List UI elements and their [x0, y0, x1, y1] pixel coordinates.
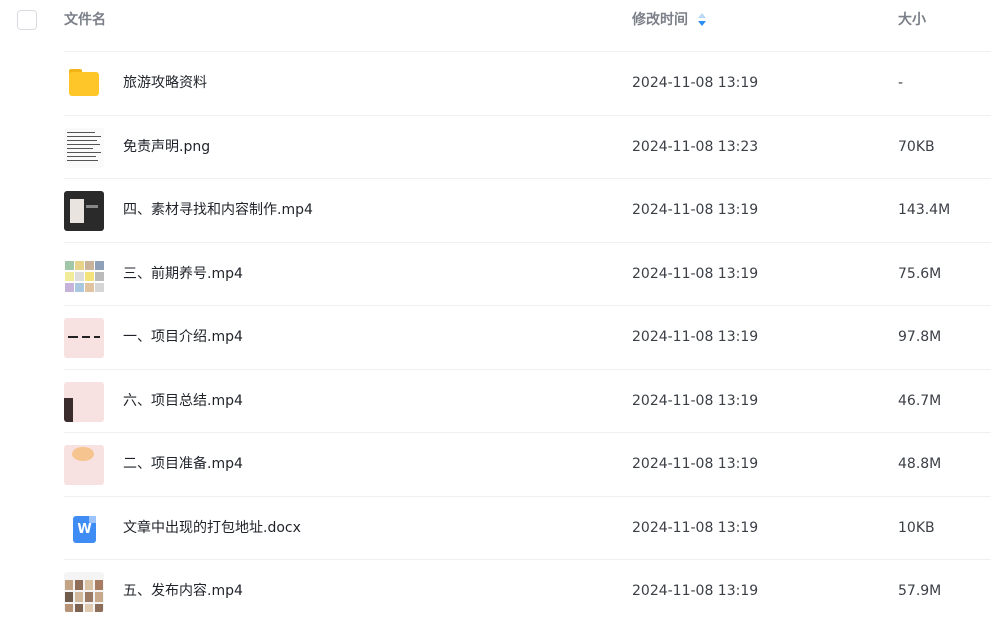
video-thumbnail: [64, 318, 104, 358]
file-size: 57.9M: [898, 583, 942, 599]
video-thumbnail: [64, 255, 104, 295]
file-size: 10KB: [898, 520, 935, 536]
file-modified-time: 2024-11-08 13:19: [632, 75, 759, 91]
column-header-time-label: 修改时间: [632, 12, 688, 28]
file-row[interactable]: 四、素材寻找和内容制作.mp4 2024-11-08 13:19 143.4M: [64, 178, 991, 241]
file-row[interactable]: 旅游攻略资料 2024-11-08 13:19 -: [64, 51, 991, 114]
video-thumbnail: [64, 445, 104, 485]
sort-desc-icon[interactable]: [697, 12, 707, 28]
file-row[interactable]: 五、发布内容.mp4 2024-11-08 13:19 57.9M: [64, 559, 991, 622]
file-list-header: 文件名 修改时间 大小: [0, 0, 991, 52]
file-name[interactable]: 二、项目准备.mp4: [123, 455, 243, 473]
file-modified-time: 2024-11-08 13:19: [632, 456, 759, 472]
word-icon-letter: W: [77, 522, 92, 537]
select-all-checkbox[interactable]: [17, 10, 37, 30]
file-size: 70KB: [898, 139, 935, 155]
file-modified-time: 2024-11-08 13:23: [632, 139, 759, 155]
file-size: 97.8M: [898, 329, 942, 345]
file-name[interactable]: 文章中出现的打包地址.docx: [123, 519, 301, 537]
file-size: 48.8M: [898, 456, 942, 472]
file-modified-time: 2024-11-08 13:19: [632, 329, 759, 345]
file-row[interactable]: 二、项目准备.mp4 2024-11-08 13:19 48.8M: [64, 432, 991, 495]
file-size: -: [898, 75, 904, 91]
file-modified-time: 2024-11-08 13:19: [632, 520, 759, 536]
file-modified-time: 2024-11-08 13:19: [632, 202, 759, 218]
file-name[interactable]: 一、项目介绍.mp4: [123, 328, 243, 346]
column-header-time[interactable]: 修改时间: [632, 11, 707, 29]
file-modified-time: 2024-11-08 13:19: [632, 393, 759, 409]
file-row[interactable]: 三、前期养号.mp4 2024-11-08 13:19 75.6M: [64, 242, 991, 305]
file-row[interactable]: 六、项目总结.mp4 2024-11-08 13:19 46.7M: [64, 369, 991, 432]
file-size: 46.7M: [898, 393, 942, 409]
file-name[interactable]: 三、前期养号.mp4: [123, 265, 243, 283]
folder-icon: [64, 64, 104, 104]
image-thumbnail: [64, 128, 104, 168]
file-row[interactable]: 一、项目介绍.mp4 2024-11-08 13:19 97.8M: [64, 305, 991, 368]
video-thumbnail: [64, 382, 104, 422]
file-name[interactable]: 四、素材寻找和内容制作.mp4: [123, 201, 313, 219]
video-thumbnail: [64, 572, 104, 612]
file-name[interactable]: 旅游攻略资料: [123, 74, 207, 92]
file-name[interactable]: 六、项目总结.mp4: [123, 392, 243, 410]
file-size: 75.6M: [898, 266, 942, 282]
file-row[interactable]: 免责声明.png 2024-11-08 13:23 70KB: [64, 115, 991, 178]
file-size: 143.4M: [898, 202, 951, 218]
video-thumbnail: [64, 191, 104, 231]
file-name[interactable]: 五、发布内容.mp4: [123, 582, 243, 600]
column-header-size[interactable]: 大小: [898, 11, 926, 29]
file-modified-time: 2024-11-08 13:19: [632, 266, 759, 282]
word-doc-icon: W: [64, 509, 104, 549]
file-name[interactable]: 免责声明.png: [123, 138, 210, 156]
file-row[interactable]: W 文章中出现的打包地址.docx 2024-11-08 13:19 10KB: [64, 496, 991, 559]
column-header-name[interactable]: 文件名: [64, 11, 106, 29]
file-modified-time: 2024-11-08 13:19: [632, 583, 759, 599]
